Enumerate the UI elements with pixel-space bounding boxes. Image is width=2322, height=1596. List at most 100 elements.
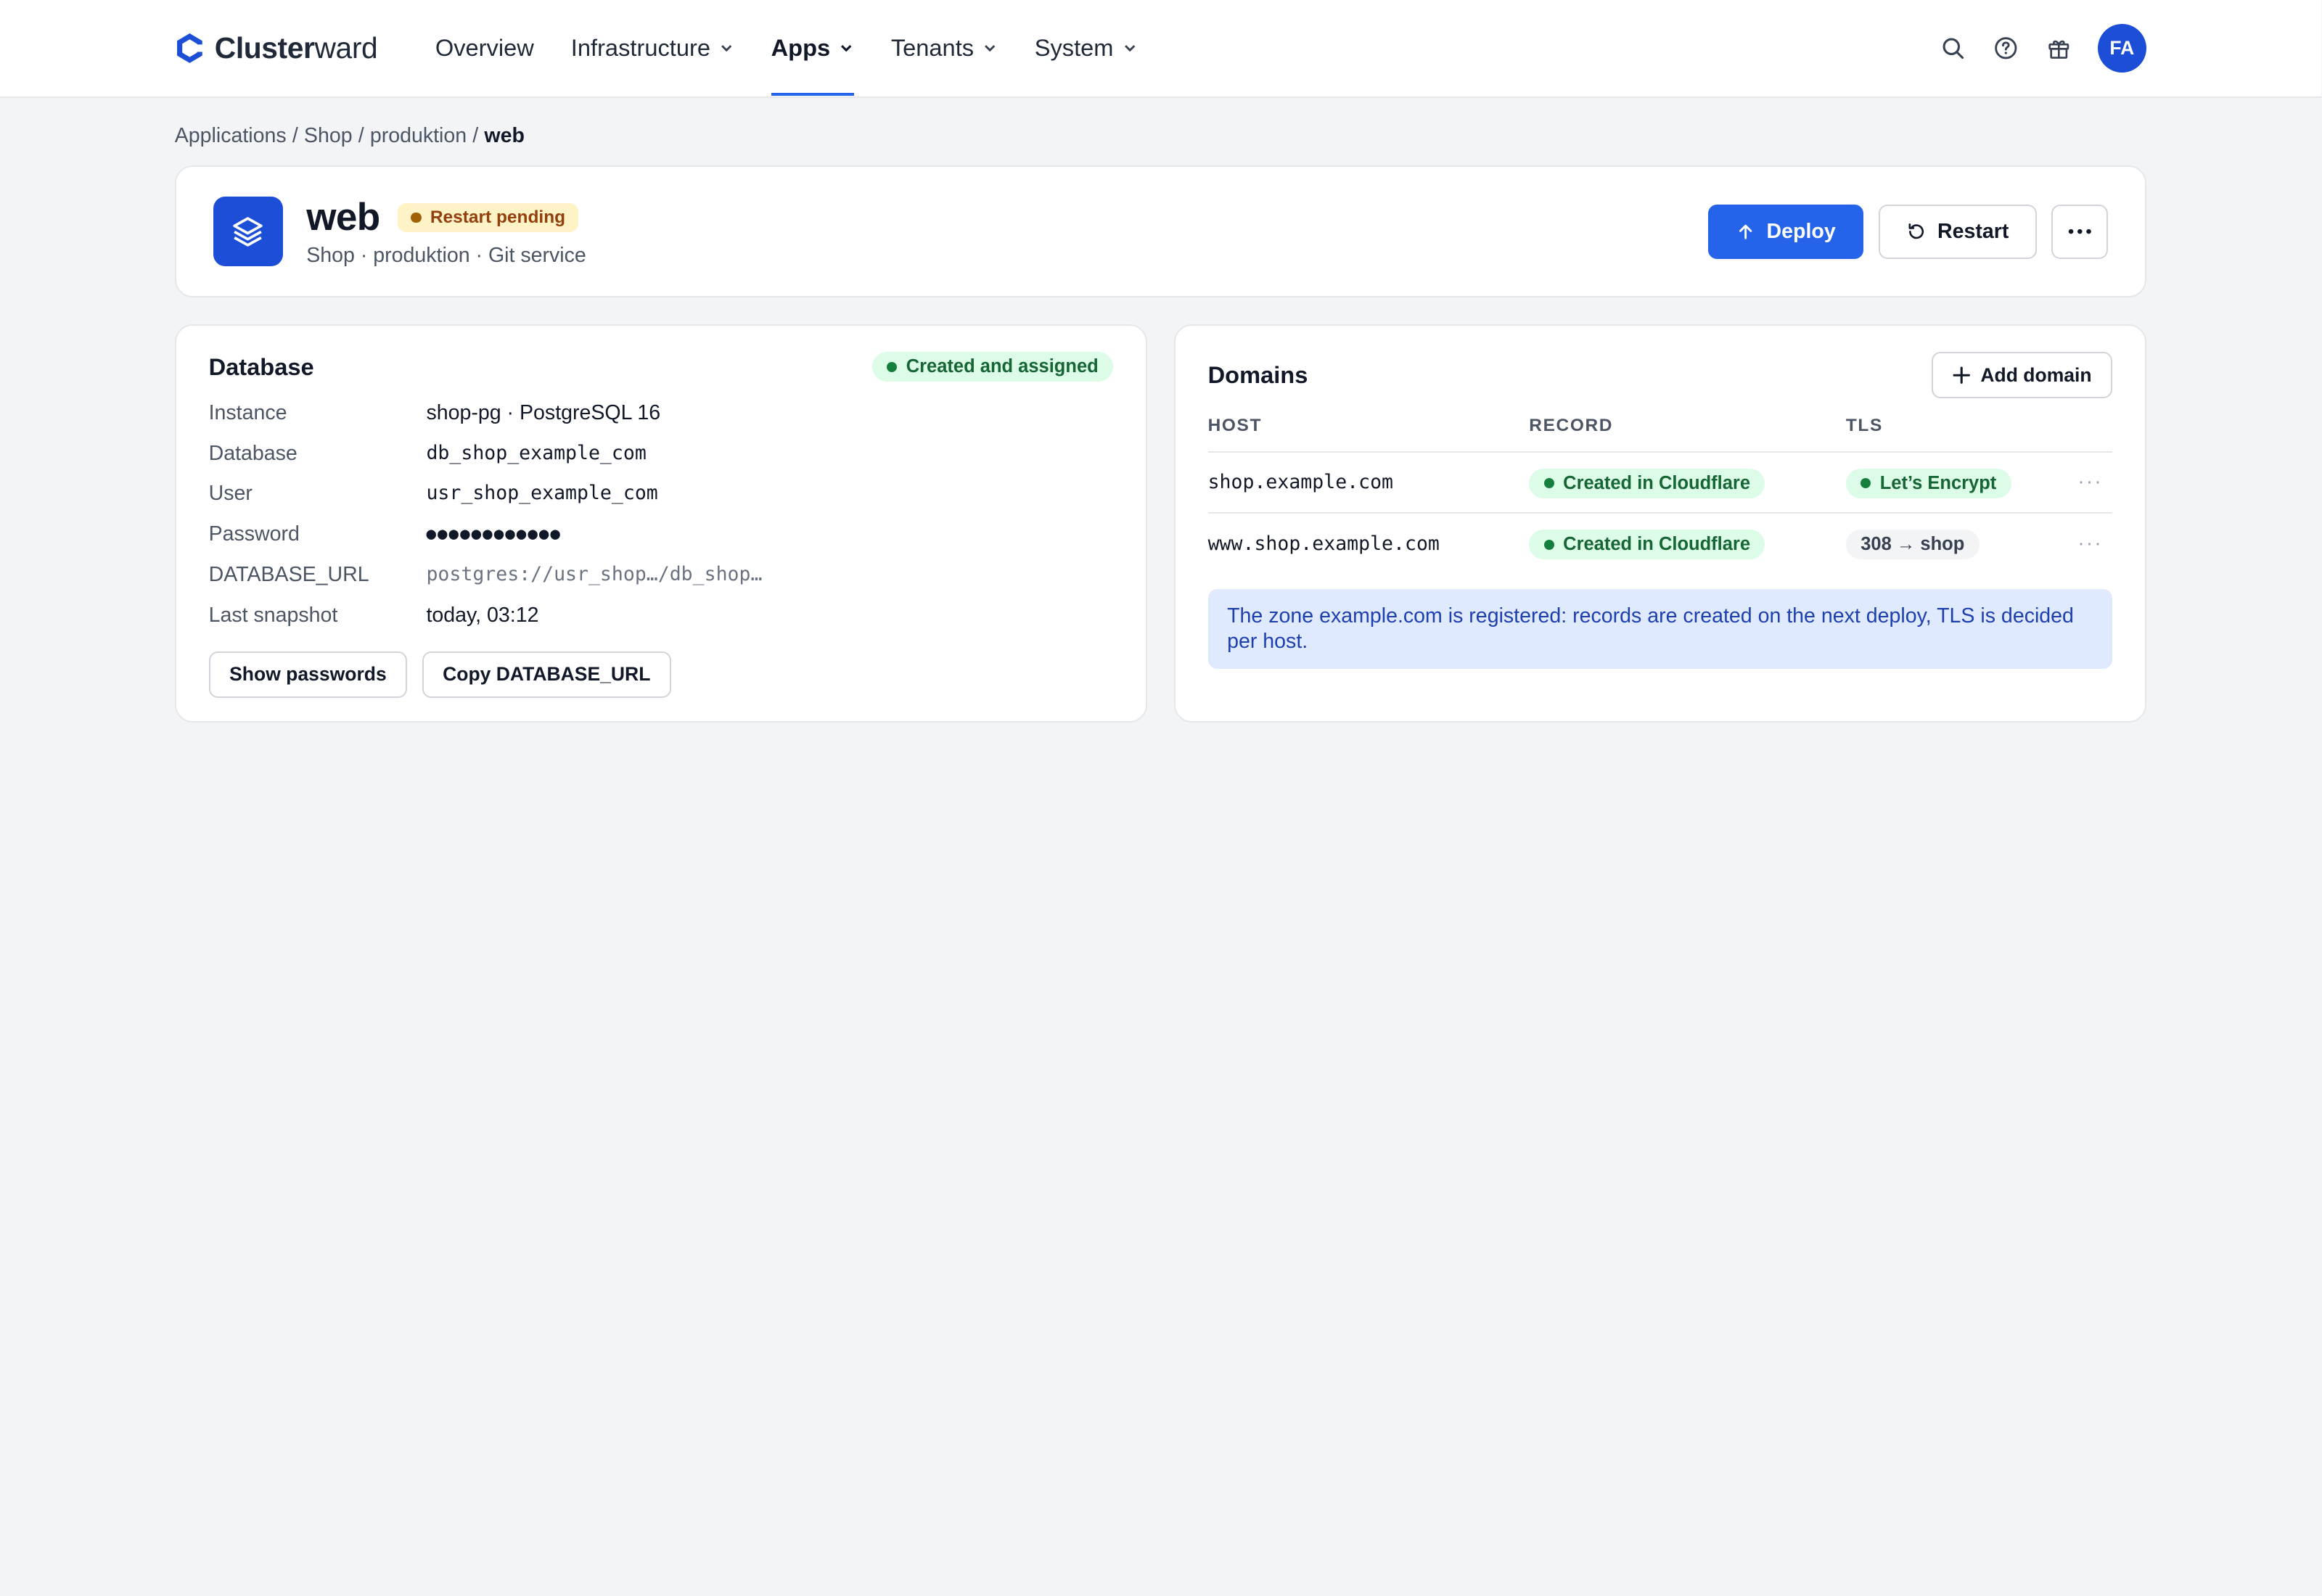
domains-table: HOST RECORD TLS shop.example.com Created… [1207, 416, 2113, 575]
main-nav: Overview Infrastructure Apps Tenants Sys… [435, 0, 1174, 97]
detail-value-instance: shop-pg · PostgreSQL 16 [426, 400, 661, 424]
chevron-down-icon [1124, 45, 1136, 52]
deploy-button-label: Deploy [1766, 219, 1836, 243]
tls-status-label: 308 → shop [1861, 534, 1965, 555]
arrow-up-icon [1739, 224, 1752, 239]
nav-item-system[interactable]: System [1035, 0, 1137, 97]
more-actions-button[interactable] [2051, 204, 2108, 259]
record-status-label: Created in Cloudflare [1563, 472, 1751, 493]
detail-key-database-url: DATABASE_URL [208, 563, 369, 587]
nav-item-label: System [1034, 34, 1114, 62]
domain-host: shop.example.com [1207, 471, 1394, 494]
search-icon [1942, 38, 1964, 59]
domain-host: www.shop.example.com [1207, 532, 1440, 556]
whats-new-button[interactable] [2047, 36, 2071, 60]
status-dot-icon [1543, 477, 1554, 489]
record-status-badge: Created in Cloudflare [1529, 468, 1765, 498]
nav-item-tenants[interactable]: Tenants [891, 0, 998, 97]
top-navigation: Clusterward Overview Infrastructure Apps… [0, 0, 2321, 98]
breadcrumb-separator: / [472, 124, 479, 148]
status-dot-icon [1861, 477, 1871, 489]
restart-button[interactable]: Restart [1878, 204, 2038, 259]
header-actions: Deploy Restart [1708, 204, 2108, 259]
page-title: web [306, 196, 380, 239]
nav-item-label: Tenants [890, 34, 975, 62]
plus-icon [1953, 366, 1970, 384]
database-card: Database Created and assigned Instance s… [174, 324, 1147, 723]
gift-icon [2048, 40, 2069, 59]
help-button[interactable] [1994, 36, 2018, 60]
show-passwords-button[interactable]: Show passwords [208, 651, 408, 698]
table-header: HOST RECORD TLS [1207, 416, 2113, 453]
nav-item-infrastructure[interactable]: Infrastructure [571, 0, 734, 97]
more-horizontal-icon [2068, 229, 2091, 234]
nav-item-apps[interactable]: Apps [771, 0, 854, 97]
breadcrumb-separator: / [292, 124, 298, 148]
detail-key-instance: Instance [208, 400, 287, 424]
layers-icon [233, 217, 263, 247]
status-badge: Restart pending [398, 202, 579, 232]
add-domain-label: Add domain [1980, 363, 2092, 386]
brand[interactable]: Clusterward [175, 31, 378, 65]
column-header-record: RECORD [1529, 416, 1614, 436]
breadcrumb-produktion[interactable]: produktion [370, 124, 467, 148]
detail-value-database: db_shop_example_com [426, 441, 647, 464]
status-dot-icon [1543, 539, 1554, 550]
tls-status-label: Let’s Encrypt [1879, 472, 1997, 493]
detail-value-last-snapshot: today, 03:12 [426, 604, 539, 628]
detail-key-database: Database [208, 441, 298, 465]
chevron-down-icon [985, 45, 996, 52]
nav-actions: FA [1941, 23, 2146, 73]
database-status-label: Created and assigned [906, 356, 1099, 377]
nav-item-label: Overview [435, 34, 534, 62]
detail-value-database-url: postgres://usr_shop…/db_shop… [426, 563, 763, 586]
help-circle-icon [1995, 37, 2017, 59]
breadcrumb-separator: / [358, 124, 364, 148]
breadcrumb-shop[interactable]: Shop [304, 124, 353, 148]
domains-card: Domains Add domain HOST RECORD TLS shop.… [1173, 324, 2146, 723]
breadcrumb-current: web [484, 124, 525, 148]
table-row: www.shop.example.com Created in Cloudfla… [1208, 514, 2113, 575]
nav-item-label: Infrastructure [570, 34, 710, 62]
detail-value-user: usr_shop_example_com [426, 482, 658, 505]
status-dot-icon [887, 361, 898, 372]
database-details: Instance shop-pg · PostgreSQL 16 Databas… [209, 398, 1114, 641]
app-subtitle: Shop · produktion · Git service [306, 244, 586, 268]
app-icon [213, 197, 283, 267]
user-avatar[interactable]: FA [2097, 23, 2146, 73]
nav-item-overview[interactable]: Overview [435, 0, 534, 97]
column-header-host: HOST [1207, 416, 1263, 436]
deploy-button[interactable]: Deploy [1708, 204, 1864, 259]
chevron-down-icon [841, 45, 852, 52]
restart-icon [1908, 223, 1924, 239]
chevron-down-icon [721, 45, 732, 52]
database-actions: Show passwords Copy DATABASE_URL [208, 651, 1114, 698]
table-row: shop.example.com Created in Cloudflare L… [1207, 453, 2113, 514]
copy-database-url-button[interactable]: Copy DATABASE_URL [422, 651, 671, 698]
record-status-label: Created in Cloudflare [1563, 534, 1751, 555]
search-button[interactable] [1941, 36, 1965, 60]
status-dot-icon [411, 212, 422, 223]
zone-info-message: The zone example.com is registered: reco… [1207, 588, 2113, 669]
status-badge-label: Restart pending [430, 207, 566, 227]
record-status-badge: Created in Cloudflare [1529, 530, 1765, 560]
database-card-title: Database [208, 353, 314, 380]
add-domain-button[interactable]: Add domain [1932, 352, 2113, 398]
database-status-badge: Created and assigned [871, 352, 1114, 382]
restart-button-label: Restart [1937, 219, 2009, 243]
detail-key-password: Password [208, 522, 300, 546]
breadcrumb: Applications / Shop / produktion / web [175, 124, 525, 148]
column-header-tls: TLS [1845, 416, 1883, 436]
nav-item-label: Apps [771, 34, 831, 62]
clusterward-logo-icon [176, 33, 202, 63]
detail-key-user: User [208, 482, 253, 506]
app-heading: web Restart pending Shop · produktion · … [306, 195, 586, 268]
detail-value-password: ●●●●●●●●●●●● [426, 525, 562, 544]
tls-status-badge: Let’s Encrypt [1845, 468, 2011, 498]
breadcrumb-applications[interactable]: Applications [175, 124, 287, 148]
row-more-button[interactable]: ··· [2068, 470, 2112, 494]
domains-card-title: Domains [1207, 361, 1308, 389]
app-page: Clusterward Overview Infrastructure Apps… [0, 0, 2321, 798]
detail-key-last-snapshot: Last snapshot [208, 604, 338, 628]
row-more-button[interactable]: ··· [2068, 532, 2112, 556]
